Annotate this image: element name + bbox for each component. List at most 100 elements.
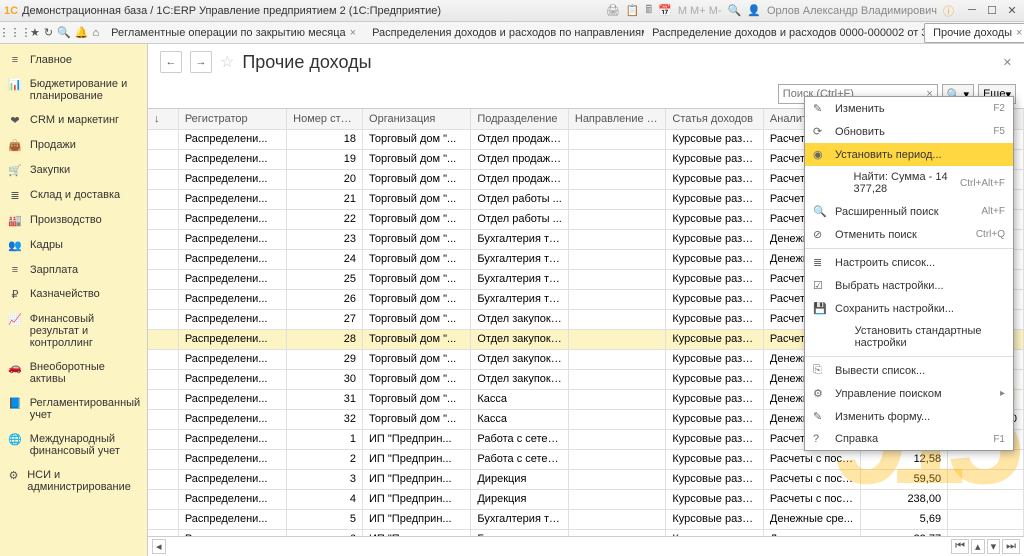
menu-shortcut: Ctrl+Q bbox=[976, 229, 1005, 240]
calc-icon[interactable]: 🖩 bbox=[646, 1, 653, 20]
tab-close-icon[interactable]: × bbox=[350, 23, 356, 43]
sidebar-item[interactable]: ⚙НСИ и администрирование bbox=[0, 463, 147, 499]
sidebar-item[interactable]: 📈Финансовый результат и контроллинг bbox=[0, 307, 147, 355]
back-button[interactable]: ← bbox=[160, 51, 182, 73]
column-header[interactable]: Подразделение bbox=[471, 109, 569, 129]
menu-shortcut: ▸ bbox=[1000, 388, 1005, 399]
column-header[interactable]: Регистратор bbox=[178, 109, 286, 129]
search-icon-tb[interactable]: 🔍 bbox=[57, 23, 71, 43]
sidebar-icon: 🚗 bbox=[8, 361, 22, 374]
tab-close-icon[interactable]: × bbox=[1016, 23, 1022, 43]
sidebar-item[interactable]: 🛒 Закупки bbox=[0, 158, 147, 183]
menu-label: Расширенный поиск bbox=[835, 206, 939, 218]
sidebar-item[interactable]: 📊Бюджетирование и планирование bbox=[0, 72, 147, 108]
sidebar-item[interactable]: ≡ Зарплата bbox=[0, 258, 147, 282]
info-icon[interactable]: ⓘ bbox=[943, 3, 954, 19]
print-icon[interactable]: 🖨 bbox=[606, 4, 620, 17]
star-icon[interactable]: ★ bbox=[30, 23, 40, 43]
menu-item[interactable]: ⚙Управление поиском▸ bbox=[805, 382, 1013, 405]
menu-item[interactable]: ✎ИзменитьF2 bbox=[805, 97, 1013, 120]
sidebar-item[interactable]: 👜Продажи bbox=[0, 133, 147, 158]
menu-item[interactable]: 💾Сохранить настройки... bbox=[805, 297, 1013, 320]
column-header[interactable]: Организация bbox=[363, 109, 471, 129]
sidebar-label: Финансовый результат и контроллинг bbox=[30, 313, 139, 349]
menu-item[interactable]: ☑Выбрать настройки... bbox=[805, 274, 1013, 297]
sidebar-item[interactable]: 🌐Международный финансовый учет bbox=[0, 427, 147, 463]
forward-button[interactable]: → bbox=[190, 51, 212, 73]
sidebar-label: Регламентированный учет bbox=[30, 397, 141, 421]
sidebar-icon: 🛒 bbox=[8, 164, 22, 177]
search-icon[interactable]: 🔍 bbox=[728, 4, 742, 17]
table-row[interactable]: Распределени...5ИП "Предприн...Бухгалтер… bbox=[148, 509, 1024, 529]
menu-label: Справка bbox=[835, 433, 878, 445]
apps-icon[interactable]: ⋮⋮⋮ bbox=[4, 23, 26, 43]
minimize-button[interactable]: ─ bbox=[964, 4, 980, 17]
sidebar-label: CRM и маркетинг bbox=[30, 114, 119, 126]
sidebar-label: Бюджетирование и планирование bbox=[30, 78, 139, 102]
favorite-icon[interactable]: ☆ bbox=[220, 52, 234, 72]
menu-item[interactable]: ⟳ОбновитьF5 bbox=[805, 120, 1013, 143]
sidebar-item[interactable]: 📘 Регламентированный учет bbox=[0, 391, 147, 427]
close-page-icon[interactable]: ✕ bbox=[1003, 56, 1012, 69]
tab[interactable]: Регламентные операции по закрытию месяца… bbox=[103, 23, 364, 43]
menu-label: Найти: Сумма - 14 377,28 bbox=[854, 171, 952, 195]
table-row[interactable]: Распределени...4ИП "Предприн...ДирекцияК… bbox=[148, 489, 1024, 509]
sidebar-item[interactable]: ≣Склад и доставка bbox=[0, 183, 147, 208]
scroll-last[interactable]: ⏭ bbox=[1002, 539, 1020, 554]
scroll-up[interactable]: ▴ bbox=[971, 539, 985, 554]
sidebar-item[interactable]: ≡Главное bbox=[0, 48, 147, 72]
home-icon[interactable]: ⌂ bbox=[93, 23, 100, 43]
sidebar-label: Закупки bbox=[30, 164, 70, 176]
table-row[interactable]: Распределени...2ИП "Предприн...Работа с … bbox=[148, 449, 1024, 469]
column-header[interactable]: Статья доходов bbox=[666, 109, 764, 129]
maximize-button[interactable]: ☐ bbox=[984, 4, 1000, 17]
sidebar-item[interactable]: 🚗Внеоборотные активы bbox=[0, 355, 147, 391]
sidebar-icon: 👥 bbox=[8, 239, 22, 252]
sidebar-icon: ⚙ bbox=[8, 469, 19, 482]
menu-icon: 🔍 bbox=[813, 205, 827, 218]
column-header[interactable]: Номер строки bbox=[287, 109, 363, 129]
menu-icon: ☑ bbox=[813, 279, 827, 292]
tab[interactable]: Прочие доходы× bbox=[924, 23, 1024, 43]
menu-icon: ? bbox=[813, 433, 827, 445]
menu-shortcut: F1 bbox=[993, 434, 1005, 445]
sidebar-item[interactable]: 👥Кадры bbox=[0, 233, 147, 258]
menu-icon: ⟳ bbox=[813, 125, 827, 138]
bell-icon[interactable]: 🔔 bbox=[75, 23, 89, 43]
copy-icon[interactable]: 📋 bbox=[626, 4, 640, 17]
history-icon[interactable]: ↻ bbox=[44, 23, 53, 43]
menu-item[interactable]: ≣Настроить список... bbox=[805, 251, 1013, 274]
sidebar-item[interactable]: ❤CRM и маркетинг bbox=[0, 108, 147, 133]
column-header[interactable]: ↓ bbox=[148, 109, 178, 129]
m-icon[interactable]: M M+ M- bbox=[678, 5, 722, 17]
table-row[interactable]: Распределени...6ИП "Предприн...Бухгалтер… bbox=[148, 529, 1024, 536]
menu-item[interactable]: ◉Установить период... bbox=[805, 143, 1013, 166]
menu-item[interactable]: Найти: Сумма - 14 377,28Ctrl+Alt+F bbox=[805, 166, 1013, 200]
menu-icon: ◉ bbox=[813, 148, 827, 161]
column-header[interactable]: Направление де... bbox=[568, 109, 666, 129]
menu-icon: ⚙ bbox=[813, 387, 827, 400]
table-row[interactable]: Распределени...3ИП "Предприн...ДирекцияК… bbox=[148, 469, 1024, 489]
sidebar-icon: 🌐 bbox=[8, 433, 22, 446]
scroll-down[interactable]: ▾ bbox=[987, 539, 1001, 554]
close-button[interactable]: ✕ bbox=[1004, 4, 1020, 17]
tab[interactable]: Распределение доходов и расходов 0000-00… bbox=[644, 23, 924, 43]
sidebar-item[interactable]: ₽Казначейство bbox=[0, 282, 147, 307]
sidebar-icon: ₽ bbox=[8, 288, 22, 301]
menu-label: Обновить bbox=[835, 126, 885, 138]
cal-icon[interactable]: 📅 bbox=[658, 4, 672, 17]
menu-item[interactable]: ⊘Отменить поискCtrl+Q bbox=[805, 223, 1013, 246]
tab[interactable]: Распределения доходов и расходов по напр… bbox=[364, 23, 644, 43]
scroll-first[interactable]: ⏮ bbox=[951, 539, 969, 554]
sidebar-icon: 📘 bbox=[8, 397, 22, 410]
sidebar-item[interactable]: 🏭Производство bbox=[0, 208, 147, 233]
menu-item[interactable]: ? Справка F1 bbox=[805, 428, 1013, 450]
scroll-left[interactable]: ◂ bbox=[152, 539, 166, 554]
sidebar-icon: ≡ bbox=[8, 264, 22, 276]
menu-item[interactable]: 🔍Расширенный поискAlt+F bbox=[805, 200, 1013, 223]
menu-item[interactable]: ⎘Вывести список... bbox=[805, 359, 1013, 382]
menu-icon: ✎ bbox=[813, 410, 827, 423]
menu-item[interactable]: ✎Изменить форму... bbox=[805, 405, 1013, 428]
sidebar-label: Зарплата bbox=[30, 264, 78, 276]
menu-item[interactable]: Установить стандартные настройки bbox=[805, 320, 1013, 354]
